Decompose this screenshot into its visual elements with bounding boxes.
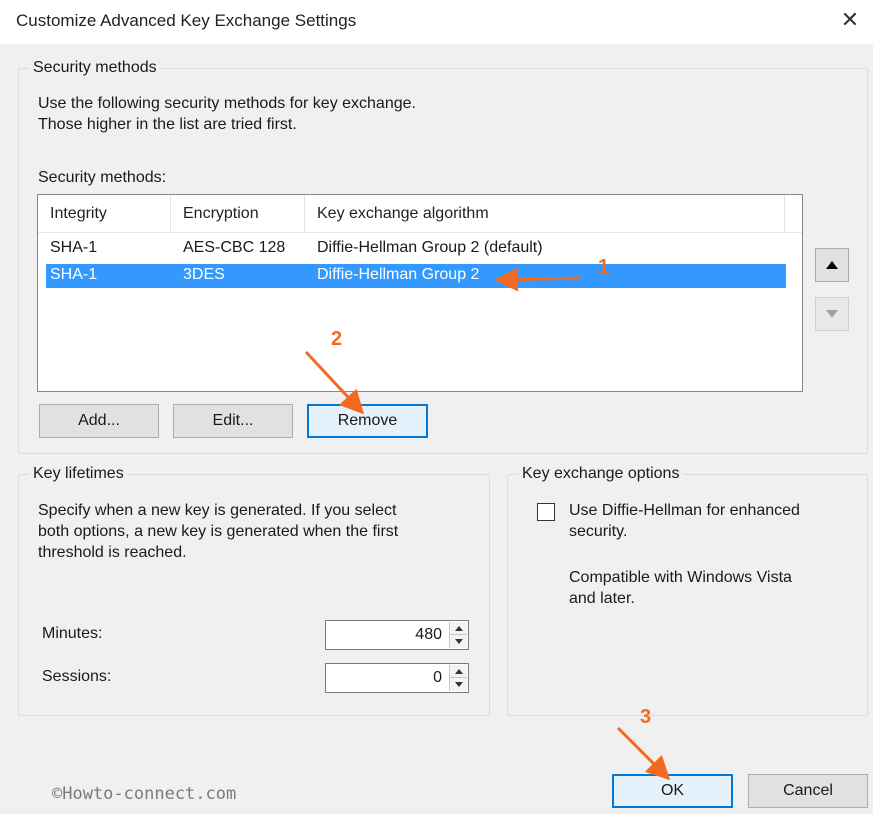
minutes-value: 480 (415, 626, 442, 643)
cell-encryption: 3DES (183, 266, 225, 283)
key-lifetimes-group-label: Key lifetimes (29, 465, 128, 483)
key-lifetimes-description-line2: both options, a new key is generated whe… (38, 523, 399, 540)
minutes-spin-arrows (449, 622, 467, 648)
spin-up-icon (454, 668, 463, 674)
cell-algorithm: Diffie-Hellman Group 2 (317, 266, 480, 283)
sessions-value: 0 (433, 669, 442, 686)
cell-integrity: SHA-1 (50, 266, 98, 283)
annotation-step-1: 1 (598, 256, 610, 278)
window-title: Customize Advanced Key Exchange Settings (16, 11, 357, 30)
sessions-spinner[interactable]: 0 (325, 663, 469, 693)
close-button[interactable]: ✕ (827, 0, 873, 40)
security-methods-description-line2: Those higher in the list are tried first… (38, 116, 297, 133)
move-up-button[interactable] (815, 248, 849, 282)
annotation-arrow-3 (616, 726, 671, 781)
minutes-label: Minutes: (42, 625, 103, 642)
edit-button[interactable]: Edit... (173, 404, 293, 438)
annotation-step-2: 2 (331, 328, 343, 350)
triangle-down-icon (826, 310, 838, 318)
list-header: Integrity Encryption Key exchange algori… (38, 195, 802, 233)
compatibility-note-line1: Compatible with Windows Vista (569, 569, 792, 586)
triangle-up-icon (826, 261, 838, 269)
table-row-selected[interactable]: SHA-1 3DES Diffie-Hellman Group 2 (46, 264, 786, 288)
key-lifetimes-description-line3: threshold is reached. (38, 544, 187, 561)
cell-algorithm: Diffie-Hellman Group 2 (default) (317, 239, 543, 256)
watermark: ©Howto-connect.com (52, 784, 237, 804)
spin-down-icon (454, 639, 463, 644)
column-header-encryption[interactable]: Encryption (171, 195, 305, 233)
table-row[interactable]: SHA-1 AES-CBC 128 Diffie-Hellman Group 2… (46, 237, 786, 261)
diffie-hellman-checkbox[interactable] (537, 503, 555, 521)
sessions-spin-arrows (449, 665, 467, 691)
move-down-button[interactable] (815, 297, 849, 331)
key-exchange-options-group-label: Key exchange options (518, 465, 684, 483)
title-bar: Customize Advanced Key Exchange Settings… (0, 0, 873, 44)
remove-button[interactable]: Remove (307, 404, 428, 438)
key-lifetimes-description-line1: Specify when a new key is generated. If … (38, 502, 397, 519)
sessions-increment-button[interactable] (450, 665, 467, 678)
cell-integrity: SHA-1 (50, 239, 98, 256)
column-header-key-exchange-algorithm[interactable]: Key exchange algorithm (305, 195, 785, 233)
spin-down-icon (454, 682, 463, 687)
close-icon: ✕ (840, 7, 860, 32)
cancel-button[interactable]: Cancel (748, 774, 868, 808)
security-methods-list[interactable]: Integrity Encryption Key exchange algori… (37, 194, 803, 392)
security-methods-description-line1: Use the following security methods for k… (38, 95, 416, 112)
minutes-spinner[interactable]: 480 (325, 620, 469, 650)
diffie-hellman-checkbox-label-line2[interactable]: security. (569, 522, 627, 542)
sessions-decrement-button[interactable] (450, 678, 467, 691)
column-header-integrity[interactable]: Integrity (38, 195, 171, 233)
annotation-step-3: 3 (640, 706, 652, 728)
sessions-label: Sessions: (42, 668, 112, 685)
ok-button[interactable]: OK (612, 774, 733, 808)
security-methods-list-label: Security methods: (38, 169, 167, 186)
compatibility-note-line2: and later. (569, 590, 635, 607)
cell-encryption: AES-CBC 128 (183, 239, 286, 256)
security-methods-group-label: Security methods (29, 59, 161, 77)
minutes-increment-button[interactable] (450, 622, 467, 635)
add-button[interactable]: Add... (39, 404, 159, 438)
diffie-hellman-checkbox-label-line1[interactable]: Use Diffie-Hellman for enhanced (569, 501, 800, 521)
minutes-decrement-button[interactable] (450, 635, 467, 648)
spin-up-icon (454, 625, 463, 631)
